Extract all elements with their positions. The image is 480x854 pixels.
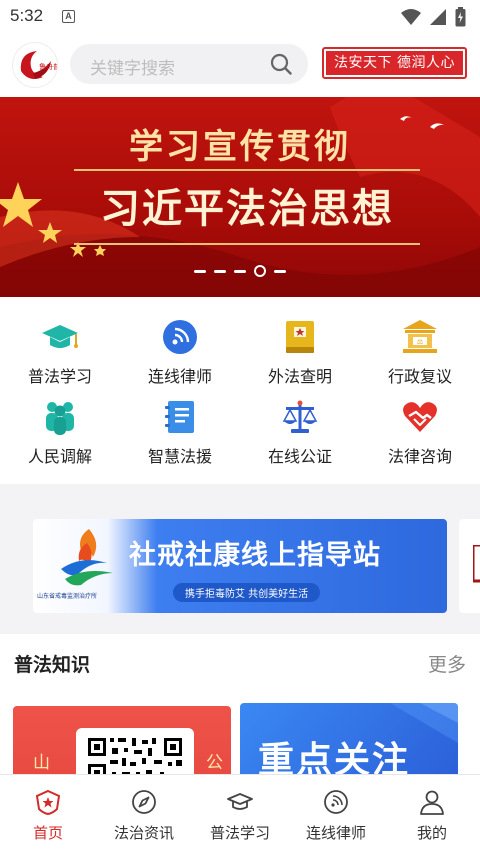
carousel-dot-active[interactable] — [254, 265, 266, 277]
book-icon — [473, 545, 480, 583]
user-icon — [420, 790, 444, 815]
logo-emblem-icon: 鲁舟普法 — [15, 45, 58, 87]
service-label: 在线公证 — [267, 447, 332, 466]
service-label: 连线律师 — [147, 367, 212, 386]
service-label: 法律咨询 — [387, 447, 452, 466]
government-building-icon: ⚖ — [403, 320, 437, 353]
service-mediation[interactable]: 人民调解 — [0, 395, 120, 475]
qr-code — [76, 728, 194, 780]
slogan-text: 法安天下 德润人心 — [326, 51, 463, 75]
banner-headline: 学习宣传贯彻 — [129, 127, 351, 167]
wifi-icon — [401, 9, 421, 25]
tab-label: 我的 — [416, 824, 447, 842]
call-signal-icon — [163, 320, 197, 354]
card-text: 山 — [33, 753, 50, 773]
compass-icon — [132, 790, 156, 814]
graduation-cap-icon — [42, 325, 78, 348]
home-shield-icon — [35, 789, 61, 816]
promo-section: 山东省戒毒监测治疗所 社戒社康线上指导站 携手拒毒防艾 共创美好生活 — [0, 484, 480, 634]
status-bar: 5:32 A — [0, 0, 480, 34]
svg-text:⚖: ⚖ — [417, 338, 423, 346]
promo-subtitle: 携手拒毒防艾 共创美好生活 — [173, 583, 321, 602]
search-bar[interactable]: 关键字搜索 — [70, 44, 308, 84]
app-header: 鲁舟普法 关键字搜索 法安天下 德润人心 — [0, 38, 480, 94]
service-lawyer-call[interactable]: 连线律师 — [120, 315, 240, 395]
knowledge-card[interactable]: 山 公 — [13, 706, 231, 780]
service-grid: 普法学习 连线律师 外法查明 ⚖ 行政复议 人民调解 智慧法援 在线公证 法律咨… — [0, 315, 480, 475]
battery-icon — [455, 7, 466, 27]
more-link[interactable]: 更多 — [428, 650, 466, 677]
carousel-dot[interactable] — [194, 269, 206, 273]
signal-icon — [430, 9, 446, 25]
service-pufa-study[interactable]: 普法学习 — [0, 315, 120, 395]
tab-label: 普法学习 — [209, 824, 270, 842]
service-notary[interactable]: 在线公证 — [240, 395, 360, 475]
scales-icon — [282, 400, 318, 433]
notification-icon: A — [62, 10, 75, 23]
flame-emblem-icon — [61, 529, 113, 586]
focus-card[interactable]: 重点关注 — [240, 703, 458, 781]
tab-lawyer[interactable]: 连线律师 — [288, 775, 384, 854]
search-input[interactable]: 关键字搜索 — [90, 54, 175, 79]
logo-text: 鲁舟普法 — [39, 62, 58, 71]
slogan-badge: 法安天下 德润人心 — [322, 47, 467, 79]
service-label: 外法查明 — [267, 367, 332, 386]
carousel-dot[interactable] — [274, 269, 286, 273]
banner-subheadline: 习近平法治思想 — [74, 169, 420, 245]
status-time: 5:32 — [10, 6, 44, 25]
promo-banner[interactable]: 山东省戒毒监测治疗所 社戒社康线上指导站 携手拒毒防艾 共创美好生活 — [33, 519, 447, 613]
service-label: 人民调解 — [27, 447, 92, 466]
carousel-dot[interactable] — [234, 269, 246, 273]
service-admin-review[interactable]: ⚖ 行政复议 — [360, 315, 480, 395]
call-signal-icon — [324, 790, 348, 814]
service-legal-aid[interactable]: 智慧法援 — [120, 395, 240, 475]
bottom-tab-bar: 首页 法治资讯 普法学习 连线律师 我的 — [0, 774, 480, 854]
tab-label: 首页 — [32, 824, 63, 842]
service-label: 行政复议 — [387, 367, 452, 386]
tab-profile[interactable]: 我的 — [384, 775, 480, 854]
status-icons — [401, 7, 466, 27]
service-foreign-law[interactable]: 外法查明 — [240, 315, 360, 395]
service-label: 智慧法援 — [147, 447, 212, 466]
tab-label: 连线律师 — [305, 824, 366, 842]
search-icon[interactable] — [270, 53, 292, 75]
notebook-icon — [165, 401, 194, 433]
promo-banner-next[interactable] — [459, 519, 480, 613]
hero-banner[interactable]: 学习宣传贯彻 习近平法治思想 — [0, 97, 480, 297]
tab-home[interactable]: 首页 — [0, 775, 96, 854]
tab-label: 法治资讯 — [113, 824, 174, 842]
service-legal-consult[interactable]: 法律咨询 — [360, 395, 480, 475]
promo-org: 山东省戒毒监测治疗所 — [37, 593, 98, 600]
law-book-icon — [286, 321, 314, 353]
tab-news[interactable]: 法治资讯 — [96, 775, 192, 854]
qr-code-icon — [88, 738, 182, 780]
graduation-cap-icon — [227, 793, 253, 810]
promo-title: 社戒社康线上指导站 — [129, 540, 381, 571]
heart-handshake-icon — [403, 402, 437, 432]
carousel-indicator — [0, 265, 480, 277]
section-title: 普法知识 — [14, 654, 91, 676]
people-group-icon — [46, 402, 74, 435]
service-label: 普法学习 — [27, 367, 92, 386]
carousel-dot[interactable] — [214, 269, 226, 273]
card-text: 公 — [206, 753, 223, 773]
tab-study[interactable]: 普法学习 — [192, 775, 288, 854]
app-logo[interactable]: 鲁舟普法 — [12, 42, 58, 88]
